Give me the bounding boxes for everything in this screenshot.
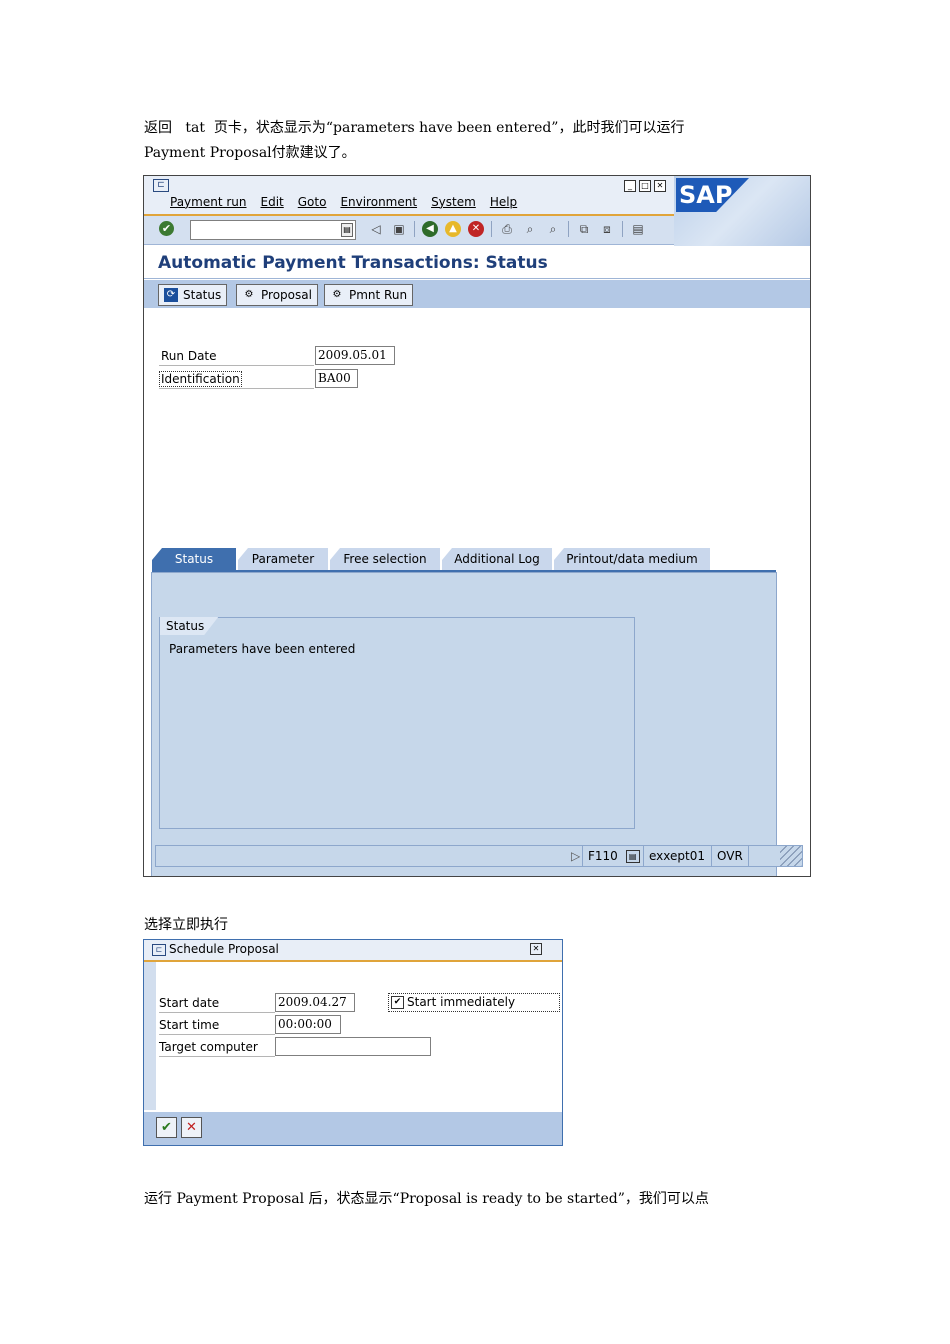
tab-status[interactable]: Status [152,548,236,570]
print-icon[interactable]: ⎙ [499,221,515,237]
dialog-system-icon[interactable]: ⊏ [152,944,166,956]
payment-run-button[interactable]: ⚙ Pmnt Run [324,284,414,306]
start-date-input[interactable]: 2009.04.27 [275,993,355,1012]
status-expand-icon[interactable]: ▷ [566,846,580,866]
menu-environment[interactable]: Environment [340,195,417,209]
window-controls: _ □ ✕ [624,180,666,192]
dialog-title-bar: ⊏ Schedule Proposal ✕ [144,940,562,962]
schedule-icon: ⚙ [332,289,342,300]
tab-parameter[interactable]: Parameter [238,548,328,570]
status-text: Parameters have been entered [169,642,356,656]
transaction-code: F110 [588,849,618,863]
dialog-footer: ✔ ✕ [144,1112,562,1145]
menu-system[interactable]: System [431,195,476,209]
status-transaction: F110 ▤ [582,846,640,866]
identification-input[interactable]: BA00 [315,369,358,388]
find-next-icon[interactable]: ⌕ [545,221,561,237]
menu-payment-run[interactable]: Payment run [170,195,247,209]
start-time-underline [159,1034,275,1035]
back-icon[interactable]: ◀ [422,221,438,237]
status-mode: OVR [711,846,747,866]
status-button[interactable]: ⟳ Status [158,284,228,306]
target-computer-label: Target computer [159,1040,258,1054]
start-immediately-label: Start immediately [407,995,516,1009]
status-bar: ▷ F110 ▤ exxept01 OVR [155,845,803,867]
exit-icon[interactable]: ▲ [445,221,461,237]
tab-strip: Status Parameter Free selection Addition… [152,548,776,572]
run-date-input[interactable]: 2009.05.01 [315,346,395,365]
dialog-close-icon[interactable]: ✕ [530,943,542,955]
proposal-button-label: Proposal [261,288,312,302]
sap-main-window: ⊏ Payment run Edit Goto Environment Syst… [143,175,811,877]
status-server: exxept01 [643,846,709,866]
doc-paragraph-1-line-2: Payment Proposal付款建议了。 [144,145,356,161]
maximize-icon[interactable]: □ [639,180,651,192]
doc-paragraph-2: 选择立即执行 [144,917,228,933]
cancel-button[interactable]: ✕ [181,1117,202,1138]
start-time-label: Start time [159,1018,220,1032]
enter-icon[interactable]: ✔ [159,221,174,236]
menu-help[interactable]: Help [490,195,517,209]
proposal-button[interactable]: ⚙ Proposal [236,284,318,306]
sap-logo: SAP [676,178,749,212]
refresh-icon: ⟳ [164,288,178,302]
system-info-icon[interactable]: ▤ [625,850,640,863]
tab-free-selection[interactable]: Free selection [330,548,440,570]
close-icon[interactable]: ✕ [654,180,666,192]
screen-title-bar: Automatic Payment Transactions: Status [144,246,810,279]
status-group-box: Status Parameters have been entered [159,617,635,829]
payment-run-button-label: Pmnt Run [349,288,408,302]
command-history-icon[interactable]: ▤ [341,223,353,237]
shortcut-icon[interactable]: ⧈ [599,221,615,237]
command-field[interactable]: ▤ [190,220,356,240]
cancel-icon[interactable]: ✕ [468,221,484,237]
checkbox-checked-icon: ✔ [391,996,404,1009]
doc-paragraph-3: 运行 Payment Proposal 后，状态显示“Proposal is r… [144,1191,709,1207]
system-menu-icon[interactable]: ⊏ [153,179,169,192]
application-toolbar: ⟳ Status ⚙ Proposal ⚙ Pmnt Run [144,280,810,308]
identification-underline [159,388,314,389]
doc-paragraph-1-line-1: 返回 tat 页卡，状态显示为“parameters have been ent… [144,120,685,136]
start-date-underline [159,1012,275,1013]
screen-title: Automatic Payment Transactions: Status [158,253,548,273]
menu-goto[interactable]: Goto [298,195,327,209]
toolbar-icons: ◁ ▣ ◀ ▲ ✕ ⎙ ⌕ ⌕ ⧉ ⧈ ▤ [368,221,646,237]
save-icon[interactable]: ▣ [391,221,407,237]
tab-panel: Status Parameters have been entered [151,572,777,876]
sap-logo-area: SAP [674,176,810,246]
start-time-input[interactable]: 00:00:00 [275,1015,341,1034]
status-button-label: Status [183,288,222,302]
create-session-icon[interactable]: ⧉ [576,221,592,237]
confirm-button[interactable]: ✔ [156,1117,177,1138]
menu-list: Payment run Edit Goto Environment System… [170,195,517,209]
standard-toolbar: ✔ ▤ ◁ ▣ ◀ ▲ ✕ ⎙ ⌕ ⌕ ⧉ ⧈ ▤ [144,216,674,245]
run-date-label: Run Date [161,349,217,363]
toolbar-separator [568,221,569,237]
schedule-proposal-dialog: ⊏ Schedule Proposal ✕ Start date 2009.04… [143,939,563,1146]
start-immediately-checkbox[interactable]: ✔ Start immediately [388,993,560,1012]
toolbar-separator [414,221,415,237]
status-group-title: Status [160,617,218,635]
minimize-icon[interactable]: _ [624,180,636,192]
schedule-icon: ⚙ [244,289,254,300]
help-icon[interactable]: ▤ [630,221,646,237]
identification-label: Identification [159,371,242,387]
status-blank [748,846,779,866]
menu-edit[interactable]: Edit [261,195,284,209]
resize-grip[interactable] [780,846,802,866]
toolbar-separator [622,221,623,237]
toolbar-separator [491,221,492,237]
dialog-title: Schedule Proposal [169,942,279,956]
run-date-underline [159,365,314,366]
screen-content: Run Date 2009.05.01 Identification BA00 … [144,310,810,876]
find-icon[interactable]: ⌕ [522,221,538,237]
target-computer-input[interactable] [275,1037,431,1056]
dialog-body: Start date 2009.04.27 Start time 00:00:0… [144,962,562,1110]
command-toggle-icon[interactable]: ◁ [368,221,384,237]
start-date-label: Start date [159,996,220,1010]
tab-additional-log[interactable]: Additional Log [442,548,552,570]
tab-printout-data-medium[interactable]: Printout/data medium [554,548,710,570]
target-computer-underline [159,1056,275,1057]
